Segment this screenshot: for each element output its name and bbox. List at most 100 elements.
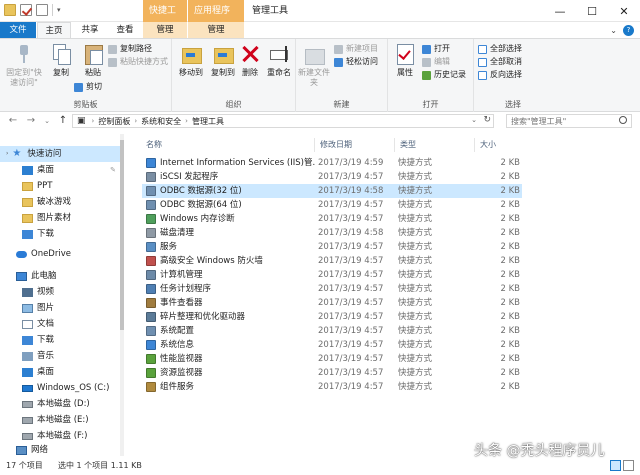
paste-shortcut-button[interactable]: 粘贴快捷方式 <box>108 56 168 68</box>
tab-manage-shortcut[interactable]: 管理 <box>143 22 187 38</box>
file-row[interactable]: ODBC 数据源(64 位) 2017/3/19 4:57 快捷方式 2 KB <box>142 198 522 212</box>
nav-drive-d[interactable]: 本地磁盘 (D:) <box>0 396 124 412</box>
breadcrumb-control-panel[interactable]: 控制面板 <box>98 116 130 127</box>
file-row[interactable]: 任务计划程序 2017/3/19 4:57 快捷方式 2 KB <box>142 282 522 296</box>
file-row[interactable]: iSCSI 发起程序 2017/3/19 4:57 快捷方式 2 KB <box>142 170 522 184</box>
breadcrumb-system-security[interactable]: 系统和安全 <box>141 116 181 127</box>
address-dropdown-icon[interactable]: ⌄ <box>471 116 477 124</box>
tab-file[interactable]: 文件 <box>0 22 36 38</box>
file-row[interactable]: 组件服务 2017/3/19 4:57 快捷方式 2 KB <box>142 380 522 394</box>
column-header-date[interactable]: 修改日期 <box>320 138 352 152</box>
breadcrumb-chevron-icon[interactable]: › <box>185 117 188 125</box>
address-bar[interactable]: ▣ › 控制面板 › 系统和安全 › 管理工具 ⌄ ↻ <box>72 114 494 128</box>
file-row[interactable]: 磁盘清理 2017/3/19 4:58 快捷方式 2 KB <box>142 226 522 240</box>
new-item-button[interactable]: 新建项目 <box>334 43 378 55</box>
easy-access-button[interactable]: 轻松访问 <box>334 56 378 68</box>
refresh-icon[interactable]: ↻ <box>483 115 491 125</box>
properties-button[interactable]: 属性 <box>390 43 420 78</box>
select-none-button[interactable]: 全部取消 <box>478 56 522 68</box>
tab-home[interactable]: 主页 <box>37 22 71 38</box>
recent-locations-icon[interactable]: ⌄ <box>40 114 54 128</box>
file-row[interactable]: 计算机管理 2017/3/19 4:57 快捷方式 2 KB <box>142 268 522 282</box>
select-all-button[interactable]: 全部选择 <box>478 43 522 55</box>
copy-button[interactable]: 复制 <box>44 43 78 78</box>
up-arrow-icon[interactable]: ↑ <box>56 114 70 128</box>
open-button[interactable]: 打开 <box>422 43 450 55</box>
collapse-ribbon-icon[interactable]: ⌄ <box>610 26 617 35</box>
nav-pc-videos[interactable]: 视频 <box>0 284 124 300</box>
new-folder-qat-icon[interactable] <box>36 4 48 16</box>
tab-manage-app[interactable]: 管理 <box>188 22 244 38</box>
minimize-icon[interactable]: — <box>544 0 576 22</box>
nav-network[interactable]: 网络 <box>0 444 124 456</box>
search-icon[interactable] <box>619 116 627 124</box>
tab-view[interactable]: 查看 <box>108 22 142 38</box>
nav-pc-pictures[interactable]: 图片 <box>0 300 124 316</box>
maximize-icon[interactable]: ☐ <box>576 0 608 22</box>
cut-button[interactable]: 剪切 <box>74 81 102 93</box>
breadcrumb-admin-tools[interactable]: 管理工具 <box>192 116 224 127</box>
close-icon[interactable]: ✕ <box>608 0 640 22</box>
help-icon[interactable]: ? <box>623 24 634 36</box>
details-view-icon[interactable] <box>610 460 621 471</box>
delete-button[interactable]: 删除 <box>236 43 264 78</box>
invert-selection-button[interactable]: 反向选择 <box>478 69 522 81</box>
nav-item-downloads[interactable]: 下载 <box>0 226 124 242</box>
nav-this-pc[interactable]: 此电脑 <box>0 268 124 284</box>
breadcrumb-chevron-icon[interactable]: › <box>134 117 137 125</box>
file-row[interactable]: Windows 内存诊断 2017/3/19 4:57 快捷方式 2 KB <box>142 212 522 226</box>
history-button[interactable]: 历史记录 <box>422 69 466 81</box>
new-folder-icon <box>303 43 325 65</box>
large-icons-view-icon[interactable] <box>623 460 634 471</box>
nav-this-pc-label: 此电脑 <box>31 271 57 281</box>
nav-drive-f[interactable]: 本地磁盘 (F:) <box>0 428 124 444</box>
nav-item-images[interactable]: 图片素材 <box>0 210 124 226</box>
nav-scrollbar-thumb[interactable] <box>120 140 124 330</box>
nav-drive-e[interactable]: 本地磁盘 (E:) <box>0 412 124 428</box>
nav-pc-desktop[interactable]: 桌面 <box>0 364 124 380</box>
pin-quick-access-button[interactable]: 固定到"快速访问" <box>4 43 44 88</box>
column-header-size[interactable]: 大小 <box>480 138 496 152</box>
rename-button[interactable]: 重命名 <box>262 43 296 78</box>
qat-dropdown-icon[interactable]: ▾ <box>57 6 61 14</box>
edit-button[interactable]: 编辑 <box>422 56 450 68</box>
nav-item-icebreaker[interactable]: 破冰游戏 <box>0 194 124 210</box>
nav-drive-c[interactable]: Windows_OS (C:) <box>0 380 124 396</box>
column-divider[interactable] <box>314 138 315 152</box>
file-row[interactable]: 碎片整理和优化驱动器 2017/3/19 4:57 快捷方式 2 KB <box>142 310 522 324</box>
back-arrow-icon[interactable]: ← <box>6 114 20 128</box>
file-row[interactable]: 资源监视器 2017/3/19 4:57 快捷方式 2 KB <box>142 366 522 380</box>
column-divider[interactable] <box>394 138 395 152</box>
nav-pc-music[interactable]: 音乐 <box>0 348 124 364</box>
copy-path-button[interactable]: 复制路径 <box>108 43 152 55</box>
breadcrumb-chevron-icon[interactable]: › <box>92 117 95 125</box>
copy-to-icon <box>212 43 234 65</box>
nav-item-ppt[interactable]: PPT <box>0 178 124 194</box>
file-row[interactable]: 高级安全 Windows 防火墙 2017/3/19 4:57 快捷方式 2 KB <box>142 254 522 268</box>
move-to-button[interactable]: 移动到 <box>174 43 208 78</box>
nav-onedrive[interactable]: OneDrive <box>0 246 124 262</box>
properties-qat-icon[interactable] <box>20 4 32 16</box>
copy-to-button[interactable]: 复制到 <box>206 43 240 78</box>
forward-arrow-icon[interactable]: → <box>24 114 38 128</box>
file-row[interactable]: 系统信息 2017/3/19 4:57 快捷方式 2 KB <box>142 338 522 352</box>
paste-button[interactable]: 粘贴 <box>76 43 110 78</box>
nav-quick-access[interactable]: › ★ 快速访问 <box>0 146 124 162</box>
file-row[interactable]: ODBC 数据源(32 位) 2017/3/19 4:58 快捷方式 2 KB <box>142 184 522 198</box>
column-header-name[interactable]: 名称 <box>146 138 162 152</box>
tab-share[interactable]: 共享 <box>73 22 107 38</box>
nav-item-desktop[interactable]: 桌面 ✎ <box>0 162 124 178</box>
column-divider[interactable] <box>474 138 475 152</box>
search-input[interactable] <box>506 114 632 128</box>
expand-chevron-icon[interactable]: › <box>6 146 8 162</box>
nav-pc-documents[interactable]: 文档 <box>0 316 124 332</box>
file-row[interactable]: 服务 2017/3/19 4:57 快捷方式 2 KB <box>142 240 522 254</box>
nav-pc-downloads[interactable]: 下载 <box>0 332 124 348</box>
file-row[interactable]: 系统配置 2017/3/19 4:57 快捷方式 2 KB <box>142 324 522 338</box>
file-row[interactable]: 性能监视器 2017/3/19 4:57 快捷方式 2 KB <box>142 352 522 366</box>
file-row[interactable]: Internet Information Services (IIS)管... 2… <box>142 156 522 170</box>
column-header-type[interactable]: 类型 <box>400 138 416 152</box>
file-row[interactable]: 事件查看器 2017/3/19 4:57 快捷方式 2 KB <box>142 296 522 310</box>
file-size: 2 KB <box>500 242 520 252</box>
new-folder-button[interactable]: 新建文件夹 <box>296 43 332 88</box>
